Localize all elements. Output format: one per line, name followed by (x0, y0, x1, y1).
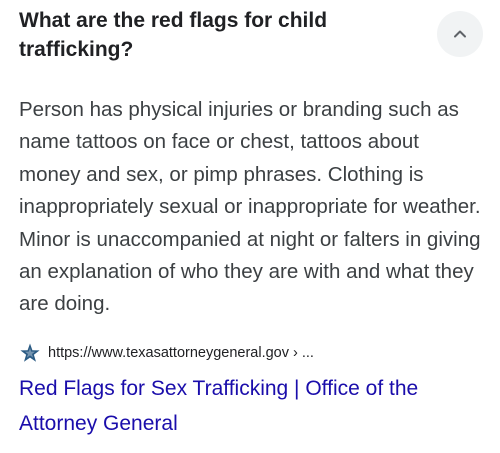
related-question-card: What are the red flags for child traffic… (0, 0, 500, 453)
source-row[interactable]: https://www.texasattorneygeneral.gov › .… (19, 342, 314, 364)
result-title-link[interactable]: Red Flags for Sex Trafficking | Office o… (19, 371, 469, 441)
texas-star-icon (19, 342, 41, 364)
chevron-up-icon (454, 30, 466, 38)
answer-text: Person has physical injuries or branding… (19, 98, 481, 316)
collapse-button[interactable] (437, 11, 483, 57)
source-url[interactable]: https://www.texasattorneygeneral.gov › .… (48, 345, 314, 361)
question-heading[interactable]: What are the red flags for child traffic… (19, 6, 419, 64)
